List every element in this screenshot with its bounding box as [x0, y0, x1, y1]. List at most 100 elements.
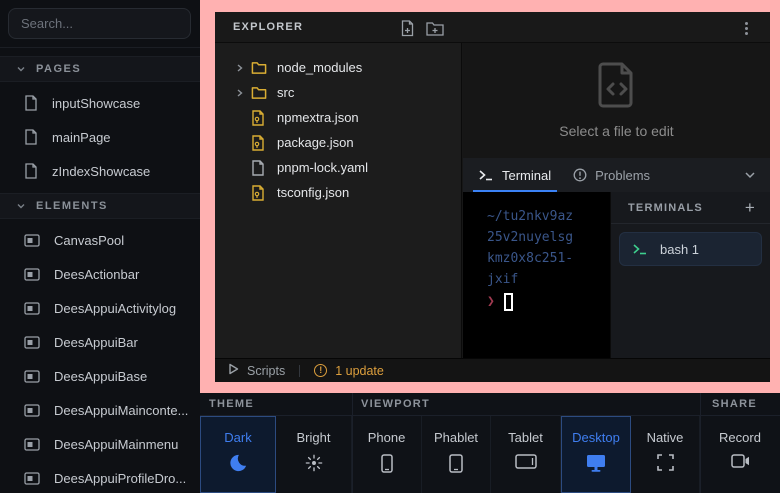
moon-icon [229, 454, 247, 472]
document-icon [24, 95, 38, 111]
file-explorer: node_modules src npmextra.json [215, 43, 462, 358]
theme-dark-button[interactable]: Dark [200, 416, 276, 493]
chevron-down-icon [16, 201, 26, 211]
pages-section-header[interactable]: PAGES [0, 56, 200, 82]
sidebar-item-deesappuibase[interactable]: DeesAppuiBase [0, 359, 200, 393]
chevron-down-icon [744, 169, 756, 181]
tree-item-pnpm-lock-yaml[interactable]: pnpm-lock.yaml [215, 155, 461, 180]
terminal-output[interactable]: ~/tu2nkv9az 25v2nuyelsg kmz0x8c251- jxif… [463, 192, 610, 358]
sidebar-item-label: DeesActionbar [54, 267, 139, 282]
sidebar-item-label: inputShowcase [52, 96, 140, 111]
tablet-icon [515, 454, 537, 469]
ide-status-bar: Scripts ! 1 update [215, 358, 770, 382]
more-options-button[interactable] [738, 19, 754, 37]
viewport-tablet-button[interactable]: Tablet [491, 416, 561, 493]
elements-section-label: ELEMENTS [36, 200, 108, 212]
new-folder-button[interactable] [425, 18, 445, 38]
sidebar-item-label: DeesAppuiMainconte... [54, 403, 188, 418]
button-label: Phablet [434, 430, 478, 445]
sidebar-item-canvaspool[interactable]: CanvasPool [0, 223, 200, 257]
button-label: Tablet [508, 430, 543, 445]
terminal-icon [633, 244, 648, 255]
sidebar-item-inputshowcase[interactable]: inputShowcase [0, 86, 200, 120]
component-icon [24, 404, 40, 417]
component-icon [24, 472, 40, 485]
collapse-panel-button[interactable] [744, 169, 756, 181]
elements-section-header[interactable]: ELEMENTS [0, 193, 200, 219]
tree-item-src[interactable]: src [215, 80, 461, 105]
sidebar-item-label: DeesAppuiBar [54, 335, 138, 350]
sidebar-item-deesappuimainmenu[interactable]: DeesAppuiMainmenu [0, 427, 200, 461]
viewport-desktop-button[interactable]: Desktop [561, 416, 631, 493]
kebab-menu-icon [745, 22, 748, 25]
viewport-phablet-button[interactable]: Phablet [422, 416, 491, 493]
ide-header-bar: EXPLORER [215, 12, 770, 43]
terminal-line: kmz0x8c251- [487, 248, 610, 269]
tree-item-label: pnpm-lock.yaml [277, 160, 368, 175]
tab-label: Terminal [502, 168, 551, 183]
sidebar-item-zindexshowcase[interactable]: zIndexShowcase [0, 154, 200, 188]
share-section-label: SHARE [712, 398, 757, 410]
viewport-native-button[interactable]: Native [631, 416, 700, 493]
theme-bright-button[interactable]: Bright [276, 416, 352, 493]
tab-terminal[interactable]: Terminal [473, 158, 557, 192]
component-icon [24, 370, 40, 383]
tree-item-label: package.json [277, 135, 354, 150]
sidebar-item-deesappuibar[interactable]: DeesAppuiBar [0, 325, 200, 359]
explorer-title: EXPLORER [233, 21, 303, 33]
sidebar-item-label: DeesAppuiProfileDro... [54, 471, 186, 486]
tree-item-tsconfig-json[interactable]: tsconfig.json [215, 180, 461, 205]
session-label: bash 1 [660, 242, 699, 257]
search-input[interactable] [8, 8, 191, 39]
ide-panel: EXPLORER node_modules [215, 12, 770, 382]
button-label: Bright [297, 430, 331, 445]
toolbar-buttons: Dark Bright Phone Phablet [200, 416, 780, 493]
phone-icon [381, 454, 393, 473]
tree-item-label: node_modules [277, 60, 362, 75]
viewport-phone-button[interactable]: Phone [352, 416, 422, 493]
editor-column: Select a file to edit Terminal Problems [463, 43, 770, 358]
terminal-line: jxif [487, 269, 610, 290]
component-icon [24, 302, 40, 315]
toolbar-header-row: THEME VIEWPORT SHARE [200, 393, 780, 416]
tree-item-npmextra-json[interactable]: npmextra.json [215, 105, 461, 130]
alert-circle-icon [573, 168, 587, 182]
terminal-session-bash-1[interactable]: bash 1 [619, 232, 762, 266]
button-label: Record [719, 430, 761, 445]
add-terminal-button[interactable]: + [745, 198, 756, 218]
scripts-button[interactable]: Scripts [228, 363, 285, 378]
tab-label: Problems [595, 168, 650, 183]
folder-icon [251, 61, 267, 75]
terminal-icon [479, 170, 494, 181]
component-icon [24, 234, 40, 247]
sidebar-item-deesactionbar[interactable]: DeesActionbar [0, 257, 200, 291]
sidebar-item-mainpage[interactable]: mainPage [0, 120, 200, 154]
terminal-line: ~/tu2nkv9az [487, 206, 610, 227]
statusbar-divider [299, 365, 300, 377]
tree-item-package-json[interactable]: package.json [215, 130, 461, 155]
file-icon [251, 160, 267, 176]
json-file-icon [251, 110, 267, 126]
prompt-char: ❯ [487, 291, 495, 312]
panel-content: ~/tu2nkv9az 25v2nuyelsg kmz0x8c251- jxif… [463, 192, 770, 358]
button-label: Desktop [572, 430, 620, 445]
sidebar-item-deesappuiactivitylog[interactable]: DeesAppuiActivitylog [0, 291, 200, 325]
new-file-button[interactable] [397, 18, 417, 38]
sidebar-item-label: CanvasPool [54, 233, 124, 248]
update-notification[interactable]: ! 1 update [314, 364, 384, 378]
desktop-monitor-icon [586, 454, 606, 472]
tab-problems[interactable]: Problems [567, 158, 656, 192]
share-record-button[interactable]: Record [700, 416, 780, 493]
tree-item-node-modules[interactable]: node_modules [215, 55, 461, 80]
sidebar-item-deesappuiprofiledropdown[interactable]: DeesAppuiProfileDro... [0, 461, 200, 493]
sidebar: PAGES inputShowcase mainPage [0, 0, 200, 493]
tree-item-label: src [277, 85, 294, 100]
button-label: Phone [368, 430, 406, 445]
sidebar-divider [0, 47, 200, 48]
folder-icon [251, 86, 267, 100]
sidebar-item-deesappuimaincontent[interactable]: DeesAppuiMainconte... [0, 393, 200, 427]
record-video-icon [731, 454, 750, 468]
new-folder-icon [426, 21, 444, 36]
search-box [8, 8, 191, 39]
fullscreen-brackets-icon [657, 454, 674, 471]
